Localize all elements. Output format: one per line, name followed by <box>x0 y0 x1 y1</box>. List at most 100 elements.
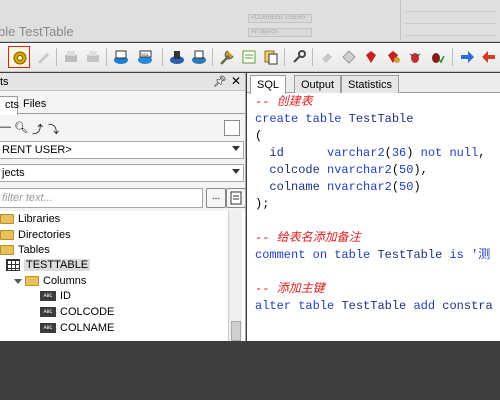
tab-output[interactable]: Output <box>294 75 342 93</box>
filter-document-button[interactable] <box>226 188 245 208</box>
tree-node-libraries[interactable]: Libraries <box>0 213 60 228</box>
tree-node-directories[interactable]: Directories <box>0 229 71 244</box>
panel-header: ts 📌︎ ✕ <box>0 73 245 91</box>
folder-icon <box>0 230 14 241</box>
tab-statistics[interactable]: Statistics <box>341 75 400 93</box>
code-line: -- 添加主键 <box>255 282 325 296</box>
diamond-icon <box>342 50 356 64</box>
tree-node-column-colcode[interactable]: ABC COLCODE <box>40 306 114 321</box>
panel-icon-row: — 🔍︎ ⤴ ⤵ <box>0 118 245 138</box>
printer-icon <box>65 51 77 62</box>
window-title: ble TestTable <box>0 24 74 39</box>
code-line: alter table TestTable add constra <box>255 299 493 313</box>
pin-icon[interactable]: 📌︎ <box>213 75 227 88</box>
table-icon <box>6 259 20 272</box>
printer-icon <box>87 51 99 62</box>
forward-button[interactable] <box>456 46 478 68</box>
back-button[interactable] <box>478 46 500 68</box>
ruby-icon <box>388 51 400 63</box>
copy-button[interactable] <box>260 46 282 68</box>
notes-icon <box>242 50 256 64</box>
code-line: create table TestTable <box>255 112 414 126</box>
find-next-icon[interactable]: ⤵ <box>48 121 59 137</box>
folder-icon <box>0 245 14 256</box>
binoculars-icon[interactable]: 🔍︎ <box>14 121 28 134</box>
find-prev-icon[interactable]: ⤴ <box>32 121 43 137</box>
diamond-button[interactable] <box>338 46 360 68</box>
edit-notes-button[interactable] <box>238 46 260 68</box>
print-preview-button[interactable] <box>82 46 104 68</box>
user-select[interactable]: RENT USER> <box>0 141 244 159</box>
folder-icon <box>0 214 14 225</box>
sql-window-icon <box>114 50 128 64</box>
code-line: -- 创建表 <box>255 95 313 109</box>
ghost-user-select: <CURRENT USER> <box>248 14 312 23</box>
editor-tabs: SQL Output Statistics <box>247 73 500 94</box>
code-line: ); <box>255 197 270 211</box>
column-icon: ABC <box>40 307 56 318</box>
tree-node-testtable[interactable]: TESTTABLE <box>6 259 91 274</box>
toolbar-separator <box>106 48 107 66</box>
toolbar-separator <box>312 48 313 66</box>
code-line: colcode nvarchar2(50), <box>269 163 428 177</box>
sql-code-editor[interactable]: -- 创建表 create table TestTable ( id varchar… <box>247 94 500 341</box>
tab-files[interactable]: Files <box>18 96 51 114</box>
pen-edit-button[interactable] <box>32 46 54 68</box>
code-line: id varchar2(36) not null, <box>269 146 486 160</box>
objects-select[interactable]: jects <box>0 164 244 182</box>
panel-tabs: cts Files <box>0 94 245 115</box>
sql-editor-panel: SQL Output Statistics -- 创建表 create table… <box>247 73 500 341</box>
print-button[interactable] <box>60 46 82 68</box>
code-line: ( <box>255 129 263 143</box>
folder-open-icon <box>25 276 39 287</box>
command-icon <box>170 51 184 64</box>
column-icon: ABC <box>40 323 56 334</box>
ruby-icon <box>366 51 376 63</box>
tree-node-columns[interactable]: Columns <box>14 275 86 290</box>
erase-button[interactable] <box>316 46 338 68</box>
main-toolbar: SQL <box>0 43 500 72</box>
close-icon[interactable]: ✕ <box>231 74 241 88</box>
sql-new-button[interactable]: SQL <box>134 46 156 68</box>
expand-triangle-icon[interactable] <box>14 278 22 284</box>
tools-button[interactable] <box>216 46 238 68</box>
sql-window-button[interactable] <box>110 46 132 68</box>
command-window-button[interactable] <box>166 46 188 68</box>
objects-select-value: jects <box>2 167 25 179</box>
scrollbar-thumb[interactable] <box>231 321 241 341</box>
arrow-right-icon <box>461 51 474 63</box>
pen-icon <box>38 53 49 64</box>
code-line: -- 给表名添加备注 <box>255 231 361 245</box>
ruby-gold-button[interactable] <box>382 46 404 68</box>
chevron-down-icon <box>232 146 240 151</box>
eraser-icon <box>322 53 332 63</box>
wrench-icon <box>220 50 234 65</box>
describe-icon <box>192 50 206 64</box>
column-icon: ABC <box>40 291 56 302</box>
object-browser-panel: ts 📌︎ ✕ cts Files — 🔍︎ ⤴ ⤵ RENT USER> je… <box>0 73 246 341</box>
gear-settings-button[interactable] <box>8 46 30 68</box>
toggle-square-icon[interactable] <box>224 120 240 136</box>
describe-button[interactable] <box>188 46 210 68</box>
debug-button[interactable] <box>404 46 426 68</box>
user-select-value: RENT USER> <box>2 144 72 156</box>
tree-node-tables[interactable]: Tables <box>0 244 50 259</box>
tree-node-column-colname[interactable]: ABC COLNAME <box>40 322 114 337</box>
collapse-icon[interactable]: — <box>0 121 11 133</box>
tab-sql[interactable]: SQL <box>250 75 287 94</box>
debug-check-button[interactable] <box>426 46 448 68</box>
bug-icon <box>409 53 421 63</box>
document-icon <box>230 191 242 205</box>
filter-options-button[interactable]: ... <box>206 188 226 208</box>
tab-objects[interactable]: cts <box>0 96 19 115</box>
ruby-red-button[interactable] <box>360 46 382 68</box>
key-button[interactable] <box>288 46 310 68</box>
chevron-down-icon <box>232 169 240 174</box>
toolbar-separator <box>162 48 163 66</box>
tree-node-column-id[interactable]: ABC ID <box>40 290 71 305</box>
tree-scrollbar[interactable] <box>228 211 242 341</box>
filter-placeholder: filter text... <box>2 192 53 204</box>
filter-input[interactable]: filter text... <box>0 188 203 208</box>
